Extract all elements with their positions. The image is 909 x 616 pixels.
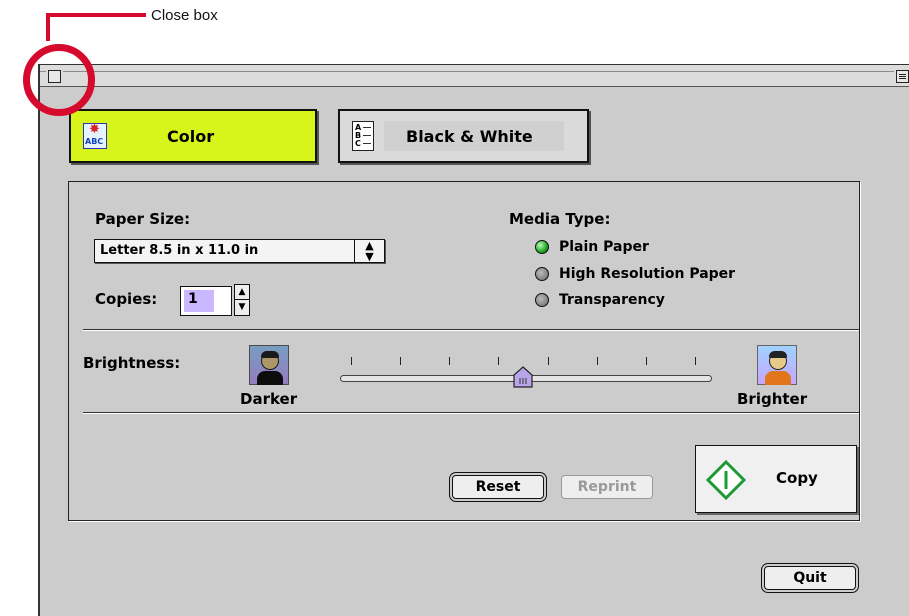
- zoom-box[interactable]: [896, 70, 909, 83]
- reset-button[interactable]: Reset: [452, 475, 544, 499]
- copies-value: 1: [188, 291, 198, 307]
- reprint-button[interactable]: Reprint: [561, 475, 653, 499]
- black-white-mode-label: Black & White: [406, 127, 533, 146]
- copies-stepper[interactable]: ▲ ▼: [234, 284, 250, 316]
- bw-abc-icon: A B C: [352, 121, 374, 151]
- copy-button-label: Copy: [776, 469, 818, 487]
- copies-input[interactable]: 1: [180, 286, 232, 316]
- black-white-mode-button[interactable]: A B C Black & White: [338, 109, 589, 163]
- copy-start-icon: [706, 460, 746, 500]
- paper-size-value: Letter 8.5 in x 11.0 in: [100, 243, 259, 258]
- title-bar[interactable]: [40, 65, 909, 87]
- darker-label: Darker: [240, 390, 298, 408]
- quit-button[interactable]: Quit: [764, 566, 856, 590]
- paper-size-popup[interactable]: Letter 8.5 in x 11.0 in ▲ ▼: [94, 239, 385, 263]
- paper-size-label: Paper Size:: [95, 210, 191, 228]
- settings-panel: Paper Size: Letter 8.5 in x 11.0 in ▲ ▼ C…: [68, 181, 860, 521]
- slider-tick: [645, 357, 647, 365]
- slider-tick: [498, 357, 500, 365]
- annotation-highlight-circle: [23, 44, 95, 116]
- slider-tick: [400, 357, 402, 365]
- color-mode-label: Color: [167, 127, 215, 146]
- popup-arrows-icon: ▲ ▼: [354, 240, 384, 262]
- copies-label: Copies:: [95, 290, 158, 308]
- divider: [83, 329, 859, 331]
- radio-unselected-icon[interactable]: [535, 293, 549, 307]
- slider-tick: [596, 357, 598, 365]
- slider-tick: [695, 357, 696, 365]
- annotation-leader-line: [46, 13, 146, 17]
- divider: [83, 412, 859, 414]
- copy-button[interactable]: Copy: [695, 445, 857, 513]
- color-mode-button[interactable]: ✸ ABC Color: [69, 109, 317, 163]
- stepper-down-icon[interactable]: ▼: [235, 300, 249, 315]
- darker-face-icon: [249, 345, 289, 385]
- radio-selected-icon[interactable]: [535, 240, 549, 254]
- color-abc-icon: ✸ ABC: [83, 122, 107, 149]
- brightness-slider-thumb[interactable]: [512, 366, 534, 388]
- brighter-label: Brighter: [737, 390, 808, 408]
- radio-high-resolution-paper[interactable]: High Resolution Paper: [535, 264, 735, 284]
- radio-transparency[interactable]: Transparency: [535, 290, 665, 310]
- slider-tick: [351, 357, 352, 365]
- slider-tick: [449, 357, 451, 365]
- radio-unselected-icon[interactable]: [535, 267, 549, 281]
- stepper-up-icon[interactable]: ▲: [235, 285, 249, 300]
- slider-tick: [547, 357, 549, 365]
- annotation-leader-vertical: [46, 13, 50, 41]
- brightness-label: Brightness:: [83, 354, 181, 372]
- media-type-label: Media Type:: [509, 210, 611, 228]
- annotation-label: Close box: [151, 7, 218, 24]
- brighter-face-icon: [757, 345, 797, 385]
- window-content: ✸ ABC Color A B C Black & White Paper Si…: [40, 87, 909, 616]
- copy-window: ✸ ABC Color A B C Black & White Paper Si…: [38, 64, 909, 616]
- radio-plain-paper[interactable]: Plain Paper: [535, 237, 649, 257]
